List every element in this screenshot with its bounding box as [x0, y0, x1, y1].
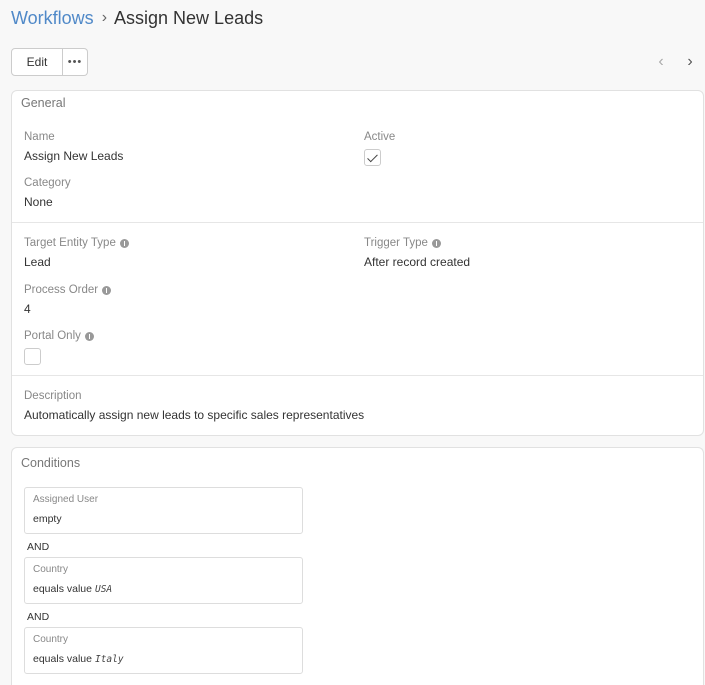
name-value: Assign New Leads	[24, 149, 124, 163]
more-options-button[interactable]: •••	[63, 48, 88, 76]
description-value: Automatically assign new leads to specif…	[24, 408, 365, 422]
info-icon[interactable]	[119, 238, 129, 248]
breadcrumb-separator-icon: ›	[101, 9, 108, 26]
process-order-label: Process Order	[24, 283, 112, 297]
trigger-type-label-text: Trigger Type	[364, 237, 428, 249]
breadcrumb-workflows-link[interactable]: Workflows	[11, 8, 94, 29]
general-panel: General Name Assign New Leads Active Cat…	[11, 90, 704, 436]
condition-joiner: AND	[27, 541, 50, 553]
process-order-label-text: Process Order	[24, 284, 99, 296]
process-order-field: Process Order 4	[24, 283, 112, 316]
edit-button[interactable]: Edit	[11, 48, 63, 76]
target-entity-type-label-text: Target Entity Type	[24, 237, 116, 249]
condition-value: Italy	[94, 654, 124, 665]
conditions-panel: Conditions Assigned User empty AND Count…	[11, 447, 704, 685]
condition-expression: equals value USA	[33, 583, 112, 595]
condition-joiner: AND	[27, 611, 50, 623]
condition-operator: equals value	[33, 583, 92, 595]
category-field: Category None	[24, 176, 71, 209]
section-divider	[12, 375, 703, 376]
general-panel-title: General	[21, 96, 66, 110]
process-order-value: 4	[24, 302, 31, 316]
active-checkbox	[364, 149, 381, 166]
info-icon[interactable]	[84, 331, 94, 341]
condition-item: Country equals value Italy	[24, 627, 303, 674]
name-label: Name	[24, 131, 55, 143]
section-divider	[12, 222, 703, 223]
portal-only-field: Portal Only	[24, 329, 94, 365]
category-label: Category	[24, 177, 71, 189]
active-field: Active	[364, 130, 395, 166]
target-entity-type-value: Lead	[24, 255, 51, 269]
check-icon	[367, 151, 378, 162]
description-field: Description Automatically assign new lea…	[24, 389, 364, 422]
condition-field-label: Assigned User	[33, 494, 99, 505]
target-entity-type-field: Target Entity Type Lead	[24, 236, 129, 269]
conditions-panel-title: Conditions	[21, 456, 81, 470]
page-title: Assign New Leads	[114, 7, 264, 28]
active-label: Active	[364, 131, 396, 143]
name-field: Name Assign New Leads	[24, 130, 123, 163]
info-icon[interactable]	[102, 285, 112, 295]
condition-field-label: Country	[33, 634, 69, 645]
category-value: None	[24, 195, 53, 209]
trigger-type-value: After record created	[364, 255, 471, 269]
breadcrumb: Workflows › Assign New Leads	[11, 6, 263, 30]
portal-only-checkbox	[24, 348, 41, 365]
trigger-type-field: Trigger Type After record created	[364, 236, 470, 269]
condition-field-label: Country	[33, 564, 69, 575]
condition-item: Assigned User empty	[24, 487, 303, 534]
condition-expression: equals value Italy	[33, 653, 124, 665]
target-entity-type-label: Target Entity Type	[24, 236, 129, 250]
action-button-group: Edit •••	[11, 48, 88, 76]
portal-only-label-text: Portal Only	[24, 330, 81, 342]
condition-item: Country equals value USA	[24, 557, 303, 604]
condition-operator: empty	[33, 513, 62, 525]
description-label: Description	[24, 390, 82, 402]
info-icon[interactable]	[431, 238, 441, 248]
condition-operator: equals value	[33, 653, 92, 665]
condition-value: USA	[94, 584, 113, 595]
trigger-type-label: Trigger Type	[364, 236, 470, 250]
previous-record-icon[interactable]: ‹	[654, 53, 668, 71]
next-record-icon[interactable]: ›	[683, 53, 697, 71]
portal-only-label: Portal Only	[24, 329, 94, 343]
